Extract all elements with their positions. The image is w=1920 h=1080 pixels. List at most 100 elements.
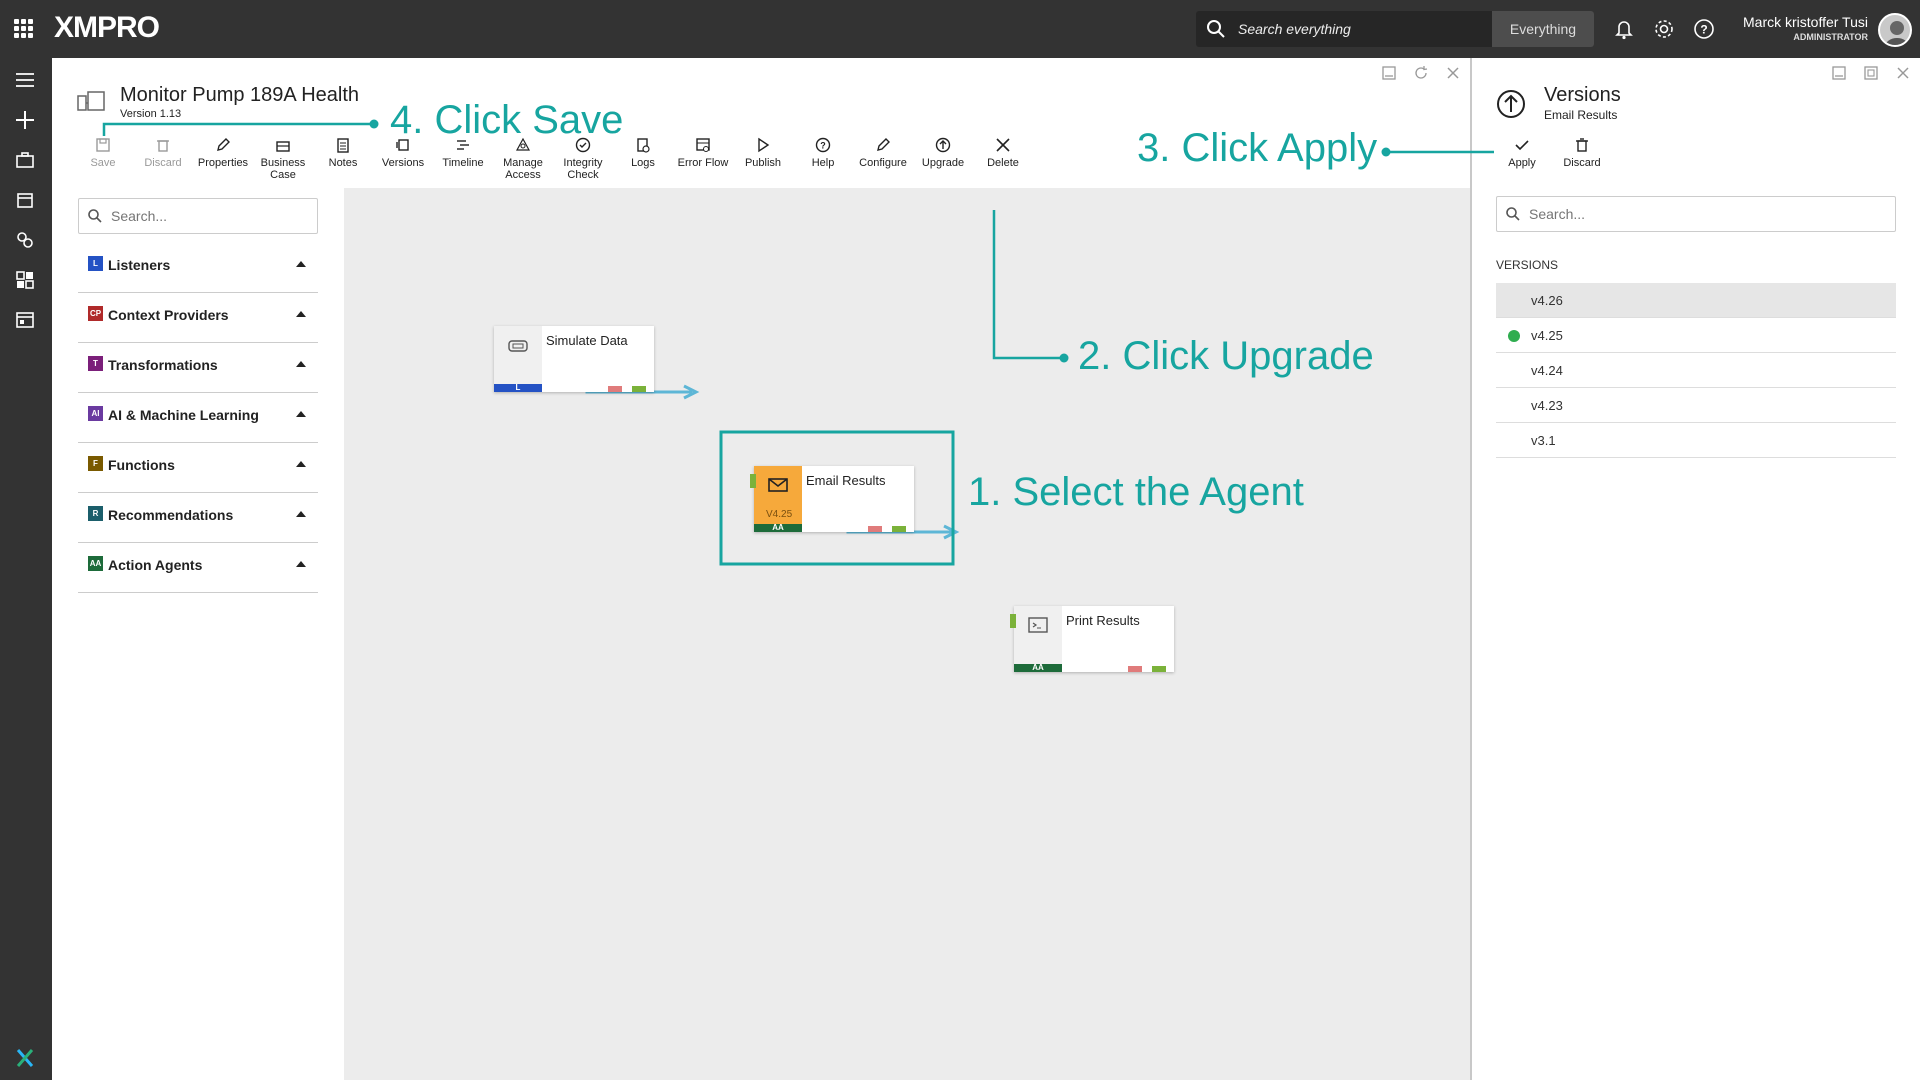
discard-button[interactable]: Discard bbox=[133, 136, 193, 169]
input-port[interactable] bbox=[1010, 614, 1016, 628]
pencil-icon bbox=[877, 138, 890, 151]
category-label: Action Agents bbox=[108, 557, 203, 573]
node-email-results[interactable]: V4.25 Email Results AA bbox=[750, 466, 914, 532]
annotation-step1: 1. Select the Agent bbox=[968, 470, 1304, 514]
caret-up-icon[interactable] bbox=[296, 411, 306, 417]
category-ai-ml[interactable]: AI AI & Machine Learning bbox=[78, 393, 318, 443]
minimize-icon[interactable] bbox=[1380, 64, 1398, 82]
save-callout bbox=[102, 119, 379, 136]
top-bar: XMPRO Search everything Everything ? Mar… bbox=[0, 0, 1920, 58]
node-name: Email Results bbox=[806, 473, 886, 488]
error-port[interactable] bbox=[1128, 666, 1142, 672]
category-listeners[interactable]: L Listeners bbox=[78, 243, 318, 293]
caret-up-icon[interactable] bbox=[296, 461, 306, 467]
properties-button[interactable]: Properties bbox=[193, 136, 253, 169]
version-row[interactable]: v4.24 bbox=[1496, 353, 1896, 388]
discard-label: Discard bbox=[1563, 157, 1601, 169]
user-name[interactable]: Marck kristoffer Tusi bbox=[1743, 14, 1868, 30]
category-transformations[interactable]: T Transformations bbox=[78, 343, 318, 393]
close-icon[interactable] bbox=[1894, 64, 1912, 82]
error-flow-button[interactable]: Error Flow bbox=[673, 136, 733, 169]
output-port[interactable] bbox=[632, 386, 646, 392]
version-row[interactable]: v4.26 bbox=[1496, 283, 1896, 318]
bell-icon[interactable] bbox=[1611, 16, 1637, 42]
logs-label: Logs bbox=[631, 157, 655, 169]
node-print-results[interactable]: Print Results AA bbox=[1010, 606, 1174, 672]
input-port[interactable] bbox=[750, 474, 756, 488]
caret-up-icon[interactable] bbox=[296, 311, 306, 317]
category-label: Functions bbox=[108, 457, 175, 473]
caret-up-icon[interactable] bbox=[296, 511, 306, 517]
output-port[interactable] bbox=[892, 526, 906, 532]
versions-search[interactable] bbox=[1496, 196, 1896, 232]
transformations-badge: T bbox=[88, 356, 103, 371]
maximize-icon[interactable] bbox=[1862, 64, 1880, 82]
recommendations-icon[interactable] bbox=[13, 308, 37, 332]
category-label: Recommendations bbox=[108, 507, 234, 523]
integrity-check-label: Integrity Check bbox=[563, 157, 603, 181]
apply-label: Apply bbox=[1508, 157, 1536, 169]
gear-icon[interactable] bbox=[1651, 16, 1677, 42]
hamburger-menu-icon[interactable] bbox=[13, 68, 37, 92]
delete-button[interactable]: Delete bbox=[973, 136, 1033, 169]
plus-icon[interactable] bbox=[13, 108, 37, 132]
refresh-icon[interactable] bbox=[1412, 64, 1430, 82]
calendar-icon[interactable] bbox=[13, 188, 37, 212]
versions-search-input[interactable] bbox=[1529, 203, 1729, 225]
output-port[interactable] bbox=[1152, 666, 1166, 672]
notes-label: Notes bbox=[328, 157, 358, 169]
xmpro-logo[interactable]: XMPRO bbox=[54, 11, 160, 45]
error-port[interactable] bbox=[868, 526, 882, 532]
minimize-icon[interactable] bbox=[1830, 64, 1848, 82]
publish-button[interactable]: Publish bbox=[733, 136, 793, 169]
business-case-button[interactable]: Business Case bbox=[253, 136, 313, 181]
stream-version: Version 1.13 bbox=[120, 108, 182, 120]
business-case-label: Business Case bbox=[260, 157, 306, 181]
envelope-icon bbox=[768, 478, 788, 492]
version-label: v4.24 bbox=[1531, 363, 1563, 378]
version-row[interactable]: v3.1 bbox=[1496, 423, 1896, 458]
avatar[interactable] bbox=[1878, 13, 1912, 47]
versions-subtitle: Email Results bbox=[1544, 108, 1618, 122]
save-button[interactable]: Save bbox=[73, 136, 133, 169]
caret-up-icon[interactable] bbox=[296, 561, 306, 567]
search-placeholder[interactable]: Search everything bbox=[1238, 21, 1351, 37]
close-icon[interactable] bbox=[1444, 64, 1462, 82]
briefcase-icon[interactable] bbox=[13, 148, 37, 172]
svg-text:?: ? bbox=[820, 141, 826, 151]
version-row[interactable]: v4.25 bbox=[1496, 318, 1896, 353]
configure-button[interactable]: Configure bbox=[853, 136, 913, 169]
global-search[interactable]: Search everything Everything bbox=[1196, 11, 1594, 47]
notes-button[interactable]: Notes bbox=[313, 136, 373, 169]
version-row[interactable]: v4.23 bbox=[1496, 388, 1896, 423]
design-canvas[interactable]: Simulate Data L V4.25 Email Results AA P… bbox=[344, 188, 1470, 1080]
apps-icon[interactable] bbox=[13, 268, 37, 292]
help-icon[interactable]: ? bbox=[1691, 16, 1717, 42]
error-port[interactable] bbox=[608, 386, 622, 392]
caret-up-icon[interactable] bbox=[296, 361, 306, 367]
caret-up-icon[interactable] bbox=[296, 261, 306, 267]
functions-badge: F bbox=[88, 456, 103, 471]
toolbox-search[interactable] bbox=[78, 198, 318, 234]
category-recommendations[interactable]: R Recommendations bbox=[78, 493, 318, 543]
data-streams-icon[interactable] bbox=[13, 228, 37, 252]
toolbox-search-input[interactable] bbox=[111, 205, 311, 227]
app-grid-icon[interactable] bbox=[14, 19, 34, 39]
category-action-agents[interactable]: AA Action Agents bbox=[78, 543, 318, 593]
xmpro-x-icon[interactable] bbox=[13, 1046, 37, 1070]
discard-version-button[interactable]: Discard bbox=[1552, 136, 1612, 169]
search-scope-dropdown[interactable]: Everything bbox=[1492, 11, 1594, 47]
help-button[interactable]: ? Help bbox=[793, 136, 853, 169]
apply-button[interactable]: Apply bbox=[1492, 136, 1552, 169]
node-simulate-data[interactable]: Simulate Data L bbox=[494, 326, 654, 392]
node-name: Print Results bbox=[1066, 613, 1140, 628]
apply-callout bbox=[1381, 147, 1494, 157]
category-label: Context Providers bbox=[108, 307, 229, 323]
upgrade-icon bbox=[935, 137, 951, 153]
notes-icon bbox=[337, 138, 349, 153]
briefcase-icon bbox=[276, 141, 290, 152]
upgrade-icon bbox=[1497, 90, 1525, 118]
upgrade-button[interactable]: Upgrade bbox=[913, 136, 973, 169]
category-context-providers[interactable]: CP Context Providers bbox=[78, 293, 318, 343]
category-functions[interactable]: F Functions bbox=[78, 443, 318, 493]
